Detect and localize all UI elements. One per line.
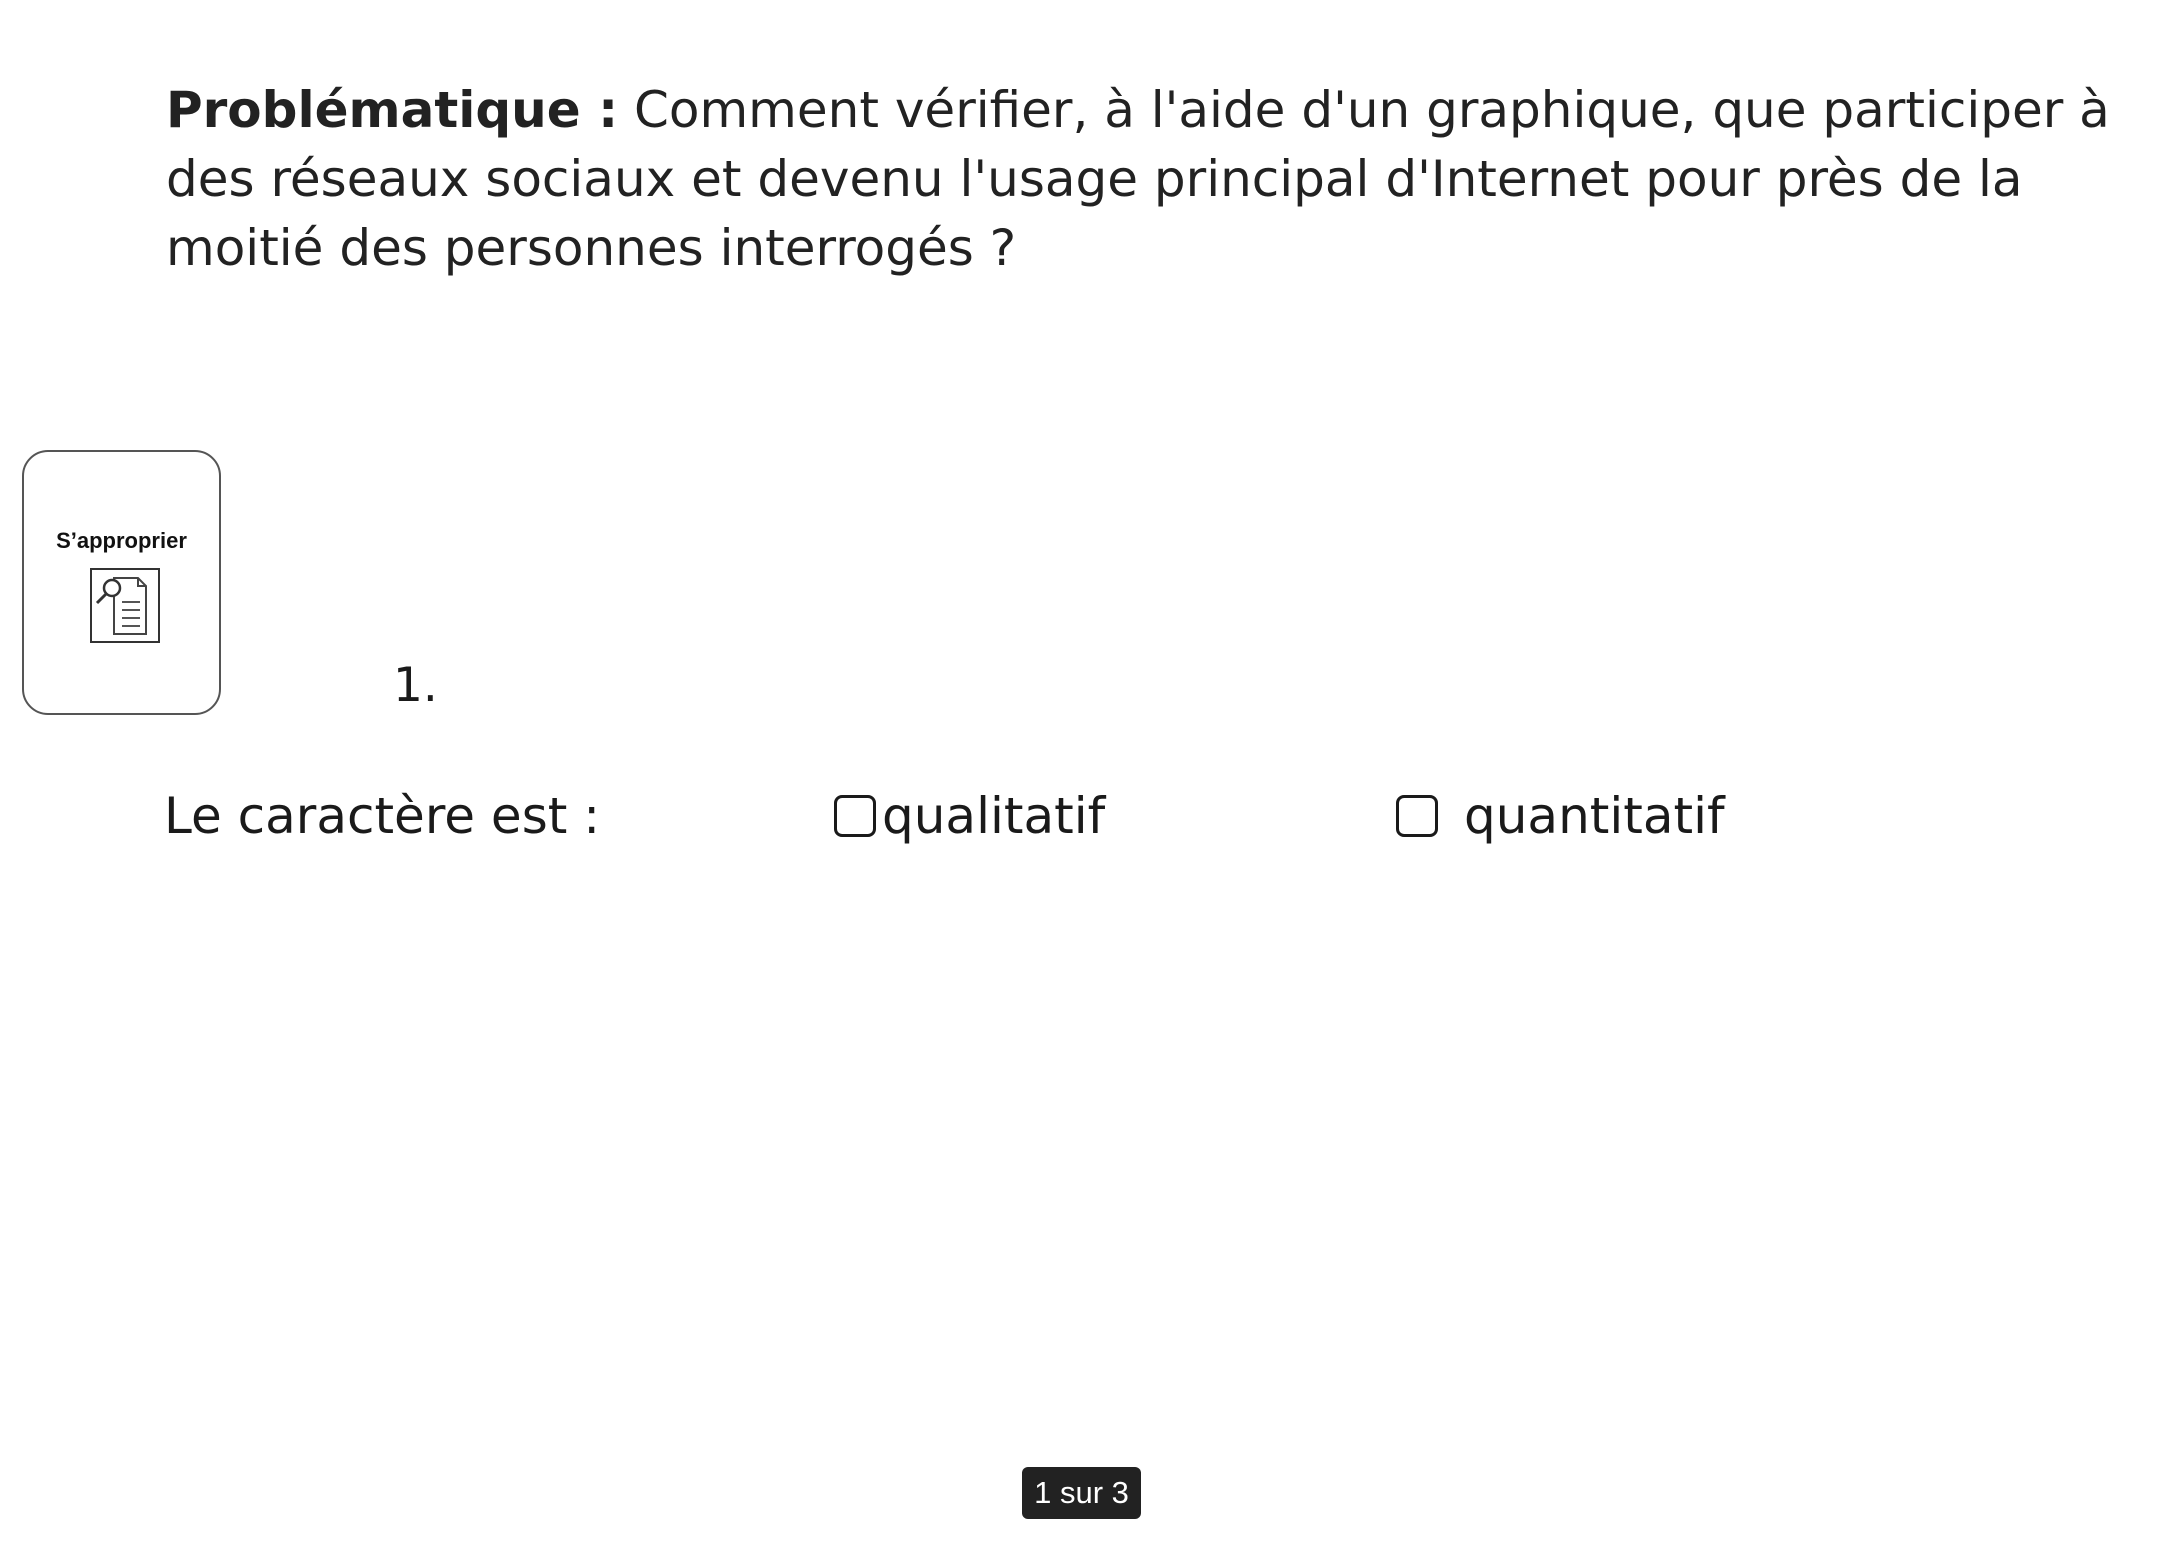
- checkbox-qualitatif[interactable]: [834, 795, 876, 837]
- option-label-quantitatif: quantitatif: [1464, 787, 1725, 845]
- checkbox-quantitatif[interactable]: [1396, 795, 1438, 837]
- question-prompt: Le caractère est :: [164, 787, 601, 845]
- problem-statement: Problématique : Comment vérifier, à l'ai…: [166, 76, 2116, 283]
- document-search-icon: [90, 568, 160, 643]
- page-indicator: 1 sur 3: [1022, 1467, 1141, 1519]
- option-label-qualitatif: qualitatif: [882, 787, 1106, 845]
- option-quantitatif[interactable]: quantitatif: [1396, 787, 1725, 845]
- option-qualitatif[interactable]: qualitatif: [834, 787, 1105, 845]
- question-number: 1.: [393, 658, 438, 713]
- skill-label: S’approprier: [56, 528, 187, 553]
- skill-card: S’approprier: [22, 450, 221, 715]
- problem-lead: Problématique :: [166, 81, 619, 139]
